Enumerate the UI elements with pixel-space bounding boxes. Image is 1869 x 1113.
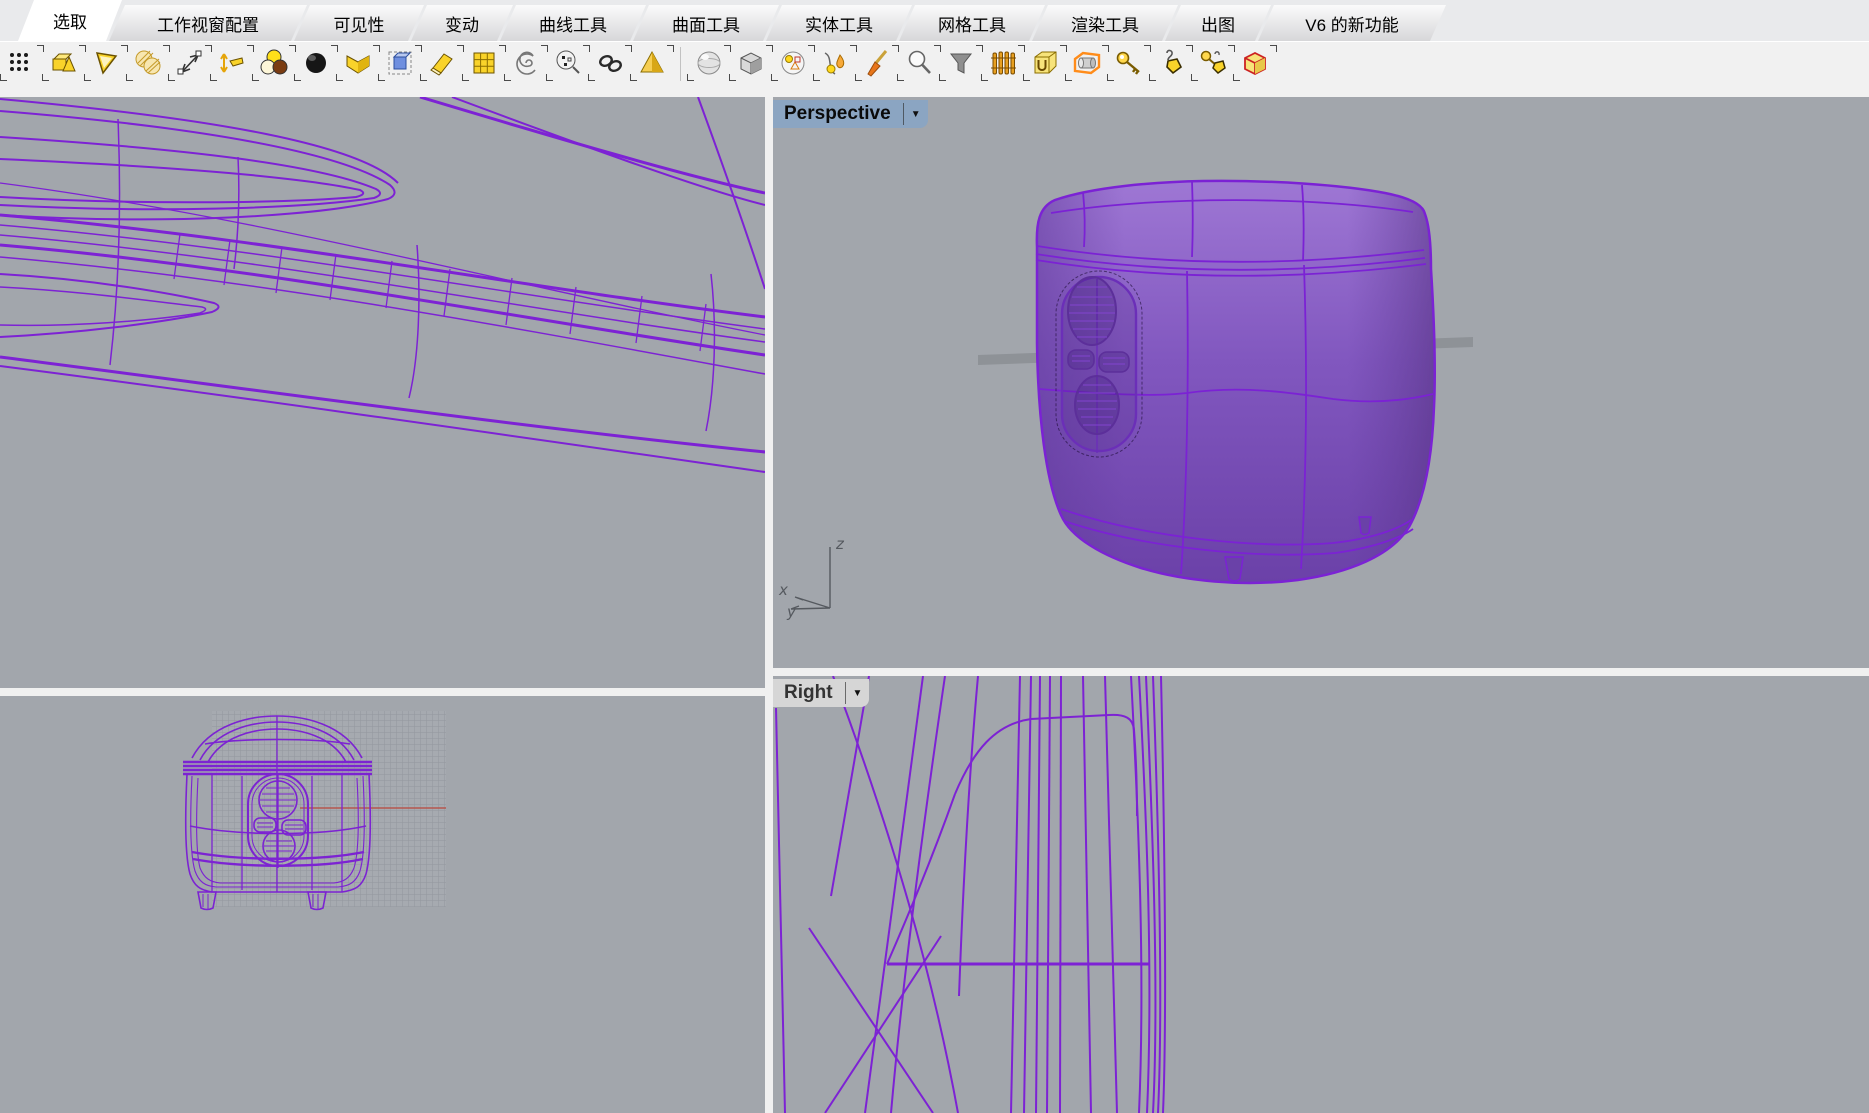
select-objects-icon[interactable] bbox=[48, 47, 80, 79]
tab-label: 变动 bbox=[445, 11, 479, 36]
label-separator bbox=[903, 103, 904, 125]
label-separator bbox=[845, 682, 846, 704]
chevron-down-icon[interactable]: ▼ bbox=[851, 688, 870, 699]
tab-viewport-layout[interactable]: 工作视窗配置 bbox=[109, 5, 307, 41]
viewport-title-right[interactable]: Right ▼ bbox=[773, 679, 869, 707]
red-edge-box-icon[interactable] bbox=[1239, 47, 1271, 79]
wireframe-right-view bbox=[773, 676, 1869, 1113]
tab-select[interactable]: 选取 bbox=[18, 0, 122, 41]
toolbar-separator bbox=[680, 47, 681, 81]
tab-label: 出图 bbox=[1201, 11, 1235, 36]
axis-gnomon: z x y bbox=[778, 535, 845, 621]
tab-label: 实体工具 bbox=[805, 11, 873, 36]
chain-link-icon[interactable] bbox=[594, 47, 626, 79]
sphere-icon[interactable] bbox=[693, 47, 725, 79]
magnifier-icon[interactable] bbox=[903, 47, 935, 79]
svg-text:z: z bbox=[835, 535, 845, 553]
viewport-top-left[interactable] bbox=[0, 97, 765, 688]
drag-mode-icon[interactable] bbox=[216, 47, 248, 79]
viewport-divider-right-horizontal[interactable] bbox=[773, 668, 1869, 676]
black-sphere-icon[interactable] bbox=[300, 47, 332, 79]
viewport-area: z x y Perspective ▼ bbox=[0, 97, 1869, 1113]
shaded-perspective-model: z x y bbox=[773, 97, 1869, 668]
filter-funnel-icon[interactable] bbox=[945, 47, 977, 79]
wireframe-zoomed-curves bbox=[0, 97, 765, 688]
svg-text:y: y bbox=[786, 603, 797, 621]
toolbar-tab-bar: 选取 工作视窗配置 可见性 变动 曲线工具 曲面工具 实体工具 网格工具 渲染工… bbox=[0, 0, 1869, 41]
key-icon[interactable] bbox=[1113, 47, 1145, 79]
select-small-objects-icon[interactable] bbox=[552, 47, 584, 79]
viewport-title-text: Perspective bbox=[784, 103, 891, 125]
viewport-divider-vertical[interactable] bbox=[765, 97, 773, 1113]
tab-strip: 选取 工作视窗配置 可见性 变动 曲线工具 曲面工具 实体工具 网格工具 渲染工… bbox=[18, 0, 1433, 41]
viewport-bottom-left[interactable] bbox=[0, 696, 765, 1113]
tab-label: 渲染工具 bbox=[1071, 11, 1139, 36]
tab-drafting[interactable]: 出图 bbox=[1165, 5, 1271, 41]
tab-label: 网格工具 bbox=[938, 11, 1006, 36]
viewport-right[interactable]: Right ▼ bbox=[773, 676, 1869, 1113]
main-toolbar bbox=[0, 41, 1869, 97]
tag-icon[interactable] bbox=[1155, 47, 1187, 79]
shape-filter-icon[interactable] bbox=[777, 47, 809, 79]
surface-grid-icon[interactable] bbox=[468, 47, 500, 79]
tab-curve-tools[interactable]: 曲线工具 bbox=[500, 5, 646, 41]
rice-cooker-model bbox=[1036, 181, 1435, 583]
pyramid-icon[interactable] bbox=[636, 47, 668, 79]
eraser-plane-icon[interactable] bbox=[426, 47, 458, 79]
viewport-divider-left-horizontal[interactable] bbox=[0, 688, 765, 696]
tab-solid-tools[interactable]: 实体工具 bbox=[766, 5, 912, 41]
color-overlap-icon[interactable] bbox=[258, 47, 290, 79]
points-grid-icon[interactable] bbox=[6, 47, 38, 79]
tab-label: V6 的新功能 bbox=[1305, 11, 1399, 36]
tab-surface-tools[interactable]: 曲面工具 bbox=[633, 5, 779, 41]
tab-label: 可见性 bbox=[334, 11, 385, 36]
u-box-icon[interactable] bbox=[1029, 47, 1061, 79]
box-highlight-icon[interactable] bbox=[1071, 47, 1103, 79]
tab-label: 曲线工具 bbox=[539, 11, 607, 36]
viewport-title-perspective[interactable]: Perspective ▼ bbox=[773, 100, 928, 128]
marquee-cube-icon[interactable] bbox=[384, 47, 416, 79]
chevron-down-icon[interactable]: ▼ bbox=[909, 109, 928, 120]
tab-label: 选取 bbox=[53, 8, 87, 33]
tab-mesh-tools[interactable]: 网格工具 bbox=[899, 5, 1045, 41]
hatch-select-icon[interactable] bbox=[132, 47, 164, 79]
svg-text:x: x bbox=[778, 581, 788, 599]
paintbrush-icon[interactable] bbox=[861, 47, 893, 79]
tab-label: 工作视窗配置 bbox=[157, 11, 259, 36]
key-tag-icon[interactable] bbox=[1197, 47, 1229, 79]
wireframe-front-view bbox=[0, 696, 765, 1113]
tab-render-tools[interactable]: 渲染工具 bbox=[1032, 5, 1178, 41]
control-panel bbox=[1056, 271, 1142, 457]
viewport-title-text: Right bbox=[784, 682, 833, 704]
viewport-perspective[interactable]: z x y Perspective ▼ bbox=[773, 97, 1869, 668]
curve-shape-filter-icon[interactable] bbox=[819, 47, 851, 79]
box-frame-icon[interactable] bbox=[735, 47, 767, 79]
rhino-application-window: 选取 工作视窗配置 可见性 变动 曲线工具 曲面工具 实体工具 网格工具 渲染工… bbox=[0, 0, 1869, 1113]
tab-v6-new-features[interactable]: V6 的新功能 bbox=[1258, 5, 1446, 41]
fence-icon[interactable] bbox=[987, 47, 1019, 79]
spiral-icon[interactable] bbox=[510, 47, 542, 79]
tab-transform[interactable]: 变动 bbox=[411, 5, 513, 41]
open-polysurface-icon[interactable] bbox=[342, 47, 374, 79]
tab-label: 曲面工具 bbox=[672, 11, 740, 36]
tab-visibility[interactable]: 可见性 bbox=[294, 5, 424, 41]
lasso-select-icon[interactable] bbox=[90, 47, 122, 79]
move-uvn-icon[interactable] bbox=[174, 47, 206, 79]
